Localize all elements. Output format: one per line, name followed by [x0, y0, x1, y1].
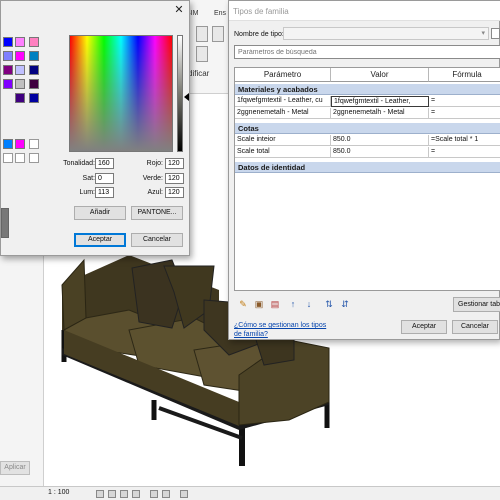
green-input[interactable] — [165, 173, 184, 184]
group-row[interactable]: Materiales y acabados — [235, 84, 500, 95]
current-color-preview — [1, 208, 9, 238]
cancel-button[interactable]: Cancelar — [131, 233, 183, 247]
custom-color-swatch[interactable] — [29, 153, 39, 163]
basic-color-swatch[interactable] — [3, 65, 13, 75]
help-link[interactable]: ¿Cómo se gestionan los tipos de familia? — [234, 321, 334, 339]
cancel-button[interactable]: Cancelar — [452, 320, 498, 334]
value-cell[interactable]: 850.0 — [331, 135, 429, 146]
ribbon-modify-label[interactable]: dificar — [188, 69, 209, 78]
close-icon[interactable]: ✕ — [171, 2, 187, 18]
accept-button[interactable]: Aceptar — [401, 320, 447, 334]
custom-color-swatch[interactable] — [3, 139, 13, 149]
column-header-value[interactable]: Valor — [331, 68, 429, 82]
blue-input[interactable] — [165, 187, 184, 198]
dialog-titlebar[interactable]: Tipos de familia — [229, 1, 500, 21]
basic-color-swatch[interactable] — [29, 51, 39, 61]
luminance-slider[interactable] — [177, 35, 183, 152]
formula-cell[interactable]: = — [429, 147, 500, 158]
basic-color-swatch[interactable] — [29, 65, 39, 75]
luminance-input[interactable] — [95, 187, 114, 198]
ribbon-tool-icon[interactable] — [212, 26, 224, 42]
basic-color-swatch[interactable] — [15, 65, 25, 75]
value-cell[interactable]: 2ggnenemetalh - Metal — [331, 108, 429, 119]
manage-tables-button[interactable]: Gestionar tablas — [453, 297, 500, 312]
chevron-down-icon: ▾ — [481, 30, 485, 37]
green-label: Verde: — [142, 175, 163, 182]
group-row[interactable]: Datos de identidad — [235, 162, 500, 173]
custom-color-swatch[interactable] — [15, 153, 25, 163]
formula-cell[interactable]: =Scale total * 1 — [429, 135, 500, 146]
hide-isolate-icon[interactable] — [180, 490, 188, 498]
column-header-parameter[interactable]: Parámetro — [235, 68, 331, 82]
basic-color-swatch[interactable] — [3, 51, 13, 61]
basic-color-swatch[interactable] — [3, 37, 13, 47]
parameter-cell[interactable]: Scale inteior — [235, 135, 331, 146]
column-header-formula[interactable]: Fórmula — [429, 68, 500, 82]
saturation-label: Sat: — [82, 175, 95, 182]
luminance-label: Lum: — [79, 189, 95, 196]
type-name-select[interactable]: ▾ — [283, 27, 489, 40]
move-up-icon[interactable]: ↑ — [287, 298, 299, 310]
red-label: Rojo: — [146, 160, 163, 167]
add-button[interactable]: Añadir — [74, 206, 126, 220]
accept-button[interactable]: Aceptar — [74, 233, 126, 247]
move-down-icon[interactable]: ↓ — [303, 298, 315, 310]
color-dialog: ✕ Tonalidad: Sat: Lum: Rojo: Verde: Azul… — [0, 0, 190, 256]
view-scale[interactable]: 1 : 100 — [48, 489, 69, 496]
shadows-icon[interactable] — [132, 490, 140, 498]
basic-color-swatch[interactable] — [29, 37, 39, 47]
pantone-button[interactable]: PANTONE... — [131, 206, 183, 220]
parameter-cell[interactable]: Scale total — [235, 147, 331, 158]
crop-view-icon[interactable] — [150, 490, 158, 498]
status-bar: 1 : 100 — [0, 486, 500, 500]
basic-color-swatch[interactable] — [29, 93, 39, 103]
formula-cell[interactable]: = — [429, 96, 500, 107]
luminance-arrow-icon[interactable] — [184, 93, 189, 101]
show-crop-icon[interactable] — [162, 490, 170, 498]
basic-color-swatch[interactable] — [15, 37, 25, 47]
color-spectrum[interactable] — [69, 35, 173, 152]
parameters-table: Parámetro Valor Fórmula Materiales y aca… — [234, 67, 500, 291]
formula-cell[interactable]: = — [429, 108, 500, 119]
new-parameter-icon[interactable]: ▣ — [253, 298, 265, 310]
custom-color-swatch[interactable] — [15, 139, 25, 149]
visual-style-icon[interactable] — [108, 490, 116, 498]
value-cell[interactable]: 850.0 — [331, 147, 429, 158]
basic-color-swatch[interactable] — [15, 93, 25, 103]
parameter-cell[interactable]: 2ggnenemetalh - Metal — [235, 108, 331, 119]
sort-ascending-icon[interactable]: ⇅ — [323, 298, 335, 310]
hue-input[interactable] — [95, 158, 114, 169]
family-types-dialog: Tipos de familia Nombre de tipo: ▾ Parám… — [228, 0, 500, 340]
basic-color-swatch[interactable] — [3, 79, 13, 89]
type-name-label: Nombre de tipo: — [234, 31, 284, 38]
hue-label: Tonalidad: — [63, 160, 95, 167]
sort-descending-icon[interactable]: ⇵ — [339, 298, 351, 310]
detail-level-icon[interactable] — [96, 490, 104, 498]
ribbon-tool-icon[interactable] — [196, 26, 208, 42]
red-input[interactable] — [165, 158, 184, 169]
dialog-title: Tipos de familia — [233, 7, 289, 16]
sun-path-icon[interactable] — [120, 490, 128, 498]
custom-color-swatch[interactable] — [29, 139, 39, 149]
search-parameters-input[interactable] — [234, 45, 500, 59]
apply-button[interactable]: Aplicar — [0, 461, 30, 475]
new-type-icon[interactable] — [491, 28, 500, 39]
parameter-cell[interactable]: 1fqwefgmtextil - Leather, cu — [235, 96, 331, 107]
basic-color-swatch[interactable] — [15, 51, 25, 61]
custom-color-swatch[interactable] — [3, 153, 13, 163]
value-cell[interactable]: 1fqwefgmtextil - Leather, — [331, 96, 429, 107]
basic-color-swatch[interactable] — [15, 79, 25, 89]
ribbon-tab-ens[interactable]: Ens — [214, 10, 226, 17]
group-row[interactable]: Cotas — [235, 123, 500, 134]
ribbon-tool-icon[interactable] — [196, 46, 208, 62]
delete-parameter-icon[interactable]: ▤ — [269, 298, 281, 310]
blue-label: Azul: — [147, 189, 163, 196]
basic-color-swatch[interactable] — [29, 79, 39, 89]
pencil-icon[interactable]: ✎ — [237, 298, 249, 310]
saturation-input[interactable] — [95, 173, 114, 184]
